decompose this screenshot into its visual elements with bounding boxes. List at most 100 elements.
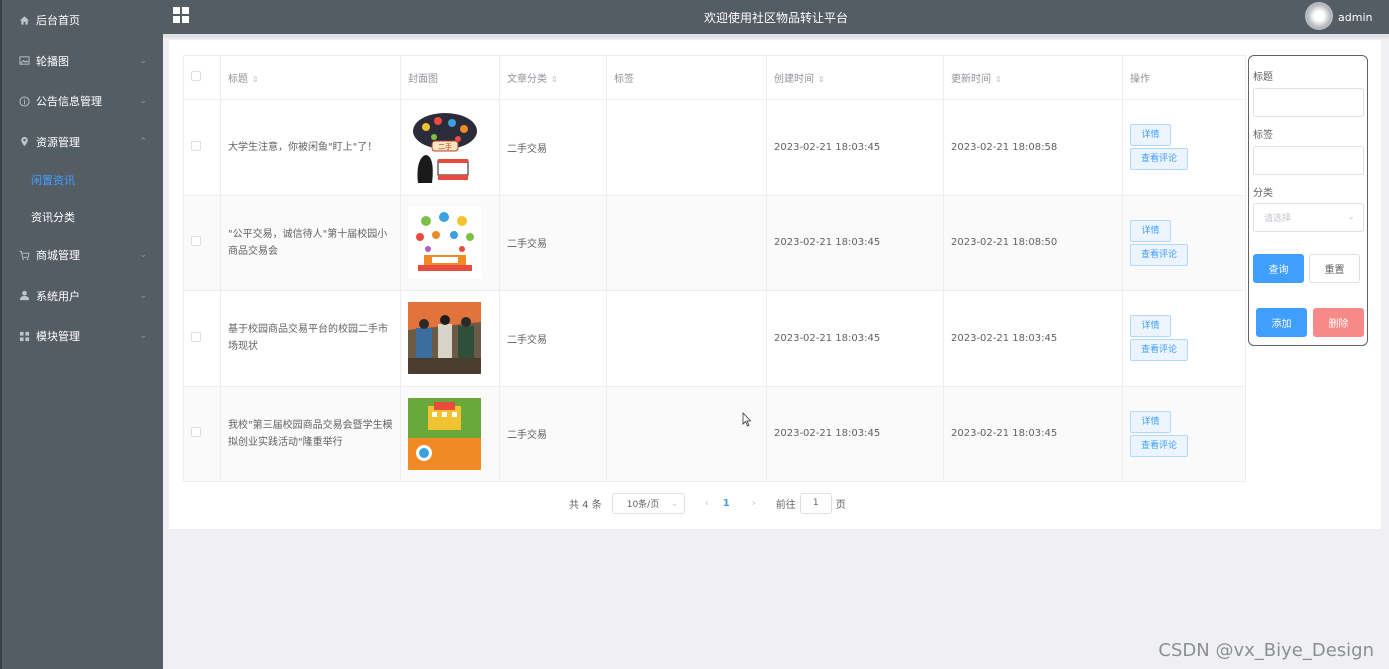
row-select-cell[interactable] [183,290,221,387]
location-icon [18,136,30,148]
sidebar-item-label: 公告信息管理 [36,95,102,109]
detail-button[interactable]: 详情 [1130,315,1171,338]
select-all-checkbox[interactable] [191,71,201,81]
category-filter-select[interactable]: 请选择 ⌄ [1253,203,1364,232]
search-panel: 标题 标签 分类 请选择 ⌄ 查询 重置 添加 删除 [1248,55,1368,346]
sidebar-subitem-label: 资讯分类 [31,210,75,224]
view-comments-button[interactable]: 查看评论 [1130,339,1188,362]
tag-filter-label: 标签 [1253,130,1273,141]
row-actions: 详情 查看评论 [1122,290,1246,387]
cover-secondhand-cloud-image: 二手 [408,111,481,184]
row-tag [606,290,767,387]
goto-suffix: 页 [835,499,846,511]
column-header-tag: 标签 [606,55,767,100]
sidebar-item-notices[interactable]: 公告信息管理 ⌄ [2,81,163,122]
sidebar-subitem-idle-news[interactable]: 闲置资讯 [2,162,163,199]
sidebar-item-modules[interactable]: 模块管理 ⌄ [2,316,163,357]
row-checkbox[interactable] [191,427,201,438]
sidebar-item-label: 商城管理 [36,249,80,263]
add-button[interactable]: 添加 [1256,308,1307,337]
grid-icon [18,330,30,342]
page-size-value: 10条/页 [626,499,660,510]
view-comments-button[interactable]: 查看评论 [1130,243,1188,266]
image-icon [18,55,30,67]
sidebar-subitem-news-category[interactable]: 资讯分类 [2,199,163,236]
pagination: 共 4 条 10条/页 ⌄ ‹ 1 › 前往 1 页 [569,492,846,514]
row-category: 二手交易 [499,290,607,387]
column-header-category[interactable]: 文章分类 ⇕ [499,55,607,100]
row-checkbox[interactable] [191,140,201,151]
row-select-cell[interactable] [183,99,221,196]
cart-icon [18,249,30,261]
header-divider [163,34,1389,38]
chevron-down-icon: ⌄ [139,331,147,342]
row-select-cell[interactable] [183,194,221,291]
row-cover [400,194,500,291]
chevron-down-icon: ⌄ [139,55,147,66]
avatar[interactable] [1305,2,1333,30]
row-created: 2023-02-21 18:03:45 [766,385,944,482]
sort-icon[interactable]: ⇕ [551,75,558,84]
next-page-icon[interactable]: › [752,498,756,509]
username[interactable]: admin [1338,11,1372,24]
query-button[interactable]: 查询 [1253,254,1304,283]
sidebar-subitem-label: 闲置资讯 [31,174,75,188]
sidebar-item-label: 系统用户 [36,289,80,303]
row-tag [606,99,767,196]
sort-icon[interactable]: ⇕ [818,75,825,84]
detail-button[interactable]: 详情 [1130,219,1171,242]
row-actions: 详情 查看评论 [1122,99,1246,196]
chevron-down-icon: ⌄ [139,290,147,301]
sort-icon[interactable]: ⇕ [252,75,259,84]
goto-page-input[interactable]: 1 [799,492,832,514]
total-count: 共 4 条 [569,499,602,511]
chevron-down-icon: ⌄ [139,250,147,261]
sort-icon[interactable]: ⇕ [995,75,1002,84]
mouse-cursor-icon [742,412,752,427]
table-row: "公平交易，诚信待人"第十届校园小商品交易会 二手交易 2023-02-21 1… [183,194,1246,291]
category-placeholder: 请选择 [1264,214,1292,224]
row-checkbox[interactable] [191,236,201,247]
page-size-select[interactable]: 10条/页 ⌄ [611,492,685,514]
row-created: 2023-02-21 18:03:45 [766,194,944,291]
watermark: CSDN @vx_Biye_Design [1158,640,1374,661]
select-all-cell[interactable] [183,55,221,100]
sidebar-item-label: 资源管理 [36,135,80,149]
page-number-current[interactable]: 1 [723,498,730,509]
column-header-updated[interactable]: 更新时间 ⇕ [943,55,1123,100]
prev-page-icon[interactable]: ‹ [705,498,709,509]
delete-button[interactable]: 删除 [1313,308,1364,337]
main-panel: 标题 ⇕ 封面图 文章分类 ⇕ 标签 创建时间 ⇕ 更新时间 ⇕ 操作 大学生注意，你被… [169,40,1381,529]
row-cover [400,290,500,387]
row-actions: 详情 查看评论 [1122,194,1246,291]
column-header-title[interactable]: 标题 ⇕ [220,55,401,100]
title-filter-label: 标题 [1253,72,1273,83]
row-select-cell[interactable] [183,385,221,482]
row-updated: 2023-02-21 18:08:50 [943,194,1123,291]
cover-secondhand-banner-image [408,397,481,470]
title-filter-input[interactable] [1253,88,1364,117]
detail-button[interactable]: 详情 [1130,410,1171,433]
sidebar-item-mall[interactable]: 商城管理 ⌄ [2,235,163,276]
tag-filter-input[interactable] [1253,146,1364,175]
sidebar-item-resources[interactable]: 资源管理 ⌃ [2,122,163,163]
row-checkbox[interactable] [191,331,201,342]
sidebar: 后台首页 轮播图 ⌄ 公告信息管理 ⌄ 资源管理 ⌃ 闲置资讯 资讯分类 商城管… [0,0,163,669]
sidebar-item-carousel[interactable]: 轮播图 ⌄ [2,41,163,82]
table-header-row: 标题 ⇕ 封面图 文章分类 ⇕ 标签 创建时间 ⇕ 更新时间 ⇕ 操作 [183,55,1246,100]
sidebar-item-home[interactable]: 后台首页 [2,0,163,41]
detail-button[interactable]: 详情 [1130,124,1171,147]
sidebar-item-label: 模块管理 [36,330,80,344]
column-header-cover: 封面图 [400,55,500,100]
sidebar-item-users[interactable]: 系统用户 ⌄ [2,276,163,317]
view-comments-button[interactable]: 查看评论 [1130,148,1188,171]
row-category: 二手交易 [499,99,607,196]
view-comments-button[interactable]: 查看评论 [1130,434,1188,457]
row-created: 2023-02-21 18:03:45 [766,99,944,196]
chevron-down-icon: ⌄ [671,498,678,508]
reset-button[interactable]: 重置 [1309,254,1360,283]
row-updated: 2023-02-21 18:08:58 [943,99,1123,196]
data-table: 标题 ⇕ 封面图 文章分类 ⇕ 标签 创建时间 ⇕ 更新时间 ⇕ 操作 大学生注意，你被… [183,55,1246,482]
column-header-created[interactable]: 创建时间 ⇕ [766,55,944,100]
row-updated: 2023-02-21 18:03:45 [943,385,1123,482]
